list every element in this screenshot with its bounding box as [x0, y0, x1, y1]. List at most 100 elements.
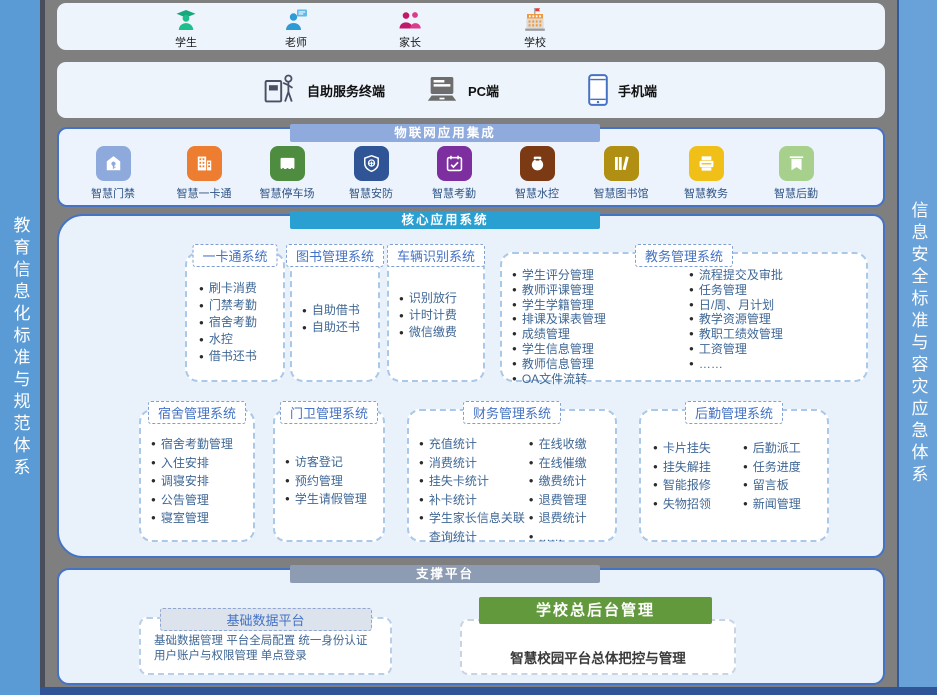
subsystem-card-academic: 教务管理系统 学生评分管理教师评课管理学生学籍管理排课及课表管理成绩管理学生信息… — [500, 252, 868, 382]
subsystem-card-finance: 财务管理系统 充值统计消费统计挂失卡统计补卡统计学生家长信息关联查询统计 在线收… — [407, 409, 617, 542]
water-jar-icon — [527, 153, 548, 174]
list-item: 寝室管理 — [151, 509, 233, 528]
left-standards-sidebar: 教育信息化标准与规范体系 — [0, 0, 40, 695]
list-item: 失物招领 — [653, 495, 743, 514]
list-item: 新闻管理 — [743, 495, 827, 514]
list-item: 卡片挂失 — [653, 439, 743, 458]
user-label: 家长 — [378, 34, 442, 50]
printer-icon — [696, 153, 717, 174]
right-standards-sidebar: 信息安全标准与容灾应急体系 — [897, 0, 937, 687]
list-item: 缴费统计 — [529, 472, 615, 491]
list-item: 门禁考勤 — [199, 297, 257, 314]
list-item: 自助借书 — [302, 302, 360, 319]
door-access-icon — [103, 153, 124, 174]
list-item: OA文件流转 — [512, 372, 689, 387]
left-divider — [40, 0, 45, 695]
list-item: 挂失解挂 — [653, 458, 743, 477]
list-item: 自助还书 — [302, 319, 360, 336]
base-platform-line: 基础数据管理 平台全局配置 统一身份认证 — [154, 634, 382, 649]
list-item: 挂失卡统计 — [419, 472, 529, 491]
list-item: 后勤派工 — [743, 439, 827, 458]
item-list: 识别放行计时计费微信缴费 — [399, 290, 457, 341]
subsystem-card-onecard: 一卡通系统 刷卡消费门禁考勤宿舍考勤水控借书还书 — [185, 252, 285, 382]
iot-label: 智慧安防 — [329, 185, 413, 201]
student-icon — [173, 7, 199, 33]
base-data-platform-card: 基础数据平台 基础数据管理 平台全局配置 统一身份认证 用户账户与权限管理 单点… — [139, 617, 392, 675]
iot-library: 智慧图书馆 — [579, 146, 663, 201]
item-list: 充值统计消费统计挂失卡统计补卡统计学生家长信息关联查询统计 — [419, 435, 529, 546]
user-label: 老师 — [264, 34, 328, 50]
right-sidebar-label: 信息安全标准与容灾应急体系 — [906, 201, 931, 487]
parking-card-icon — [277, 153, 298, 174]
list-item: 流程提交及审批 — [689, 268, 866, 283]
list-item: 教师信息管理 — [512, 357, 689, 372]
list-item: 入住安排 — [151, 454, 233, 473]
list-item: 任务进度 — [743, 458, 827, 477]
list-item: 水控 — [199, 331, 257, 348]
list-item: 公告管理 — [151, 491, 233, 510]
list-item: 在线催缴 — [529, 454, 615, 473]
list-item: 借书还书 — [199, 348, 257, 365]
list-item: 留言板 — [743, 476, 827, 495]
iot-label: 智慧教务 — [664, 185, 748, 201]
terminal-label: 手机端 — [618, 81, 657, 100]
iot-parking: 智慧停车场 — [245, 146, 329, 201]
list-item: …… — [529, 528, 615, 547]
phone-icon — [587, 73, 609, 107]
list-item: 充值统计 — [419, 435, 529, 454]
subsystem-title: 图书管理系统 — [286, 244, 384, 267]
core-section-header: 核心应用系统 — [290, 211, 600, 229]
item-list: 卡片挂失挂失解挂智能报修失物招领 — [653, 439, 743, 513]
subsystem-card-logistics: 后勤管理系统 卡片挂失挂失解挂智能报修失物招领 后勤派工任务进度留言板新闻管理 — [639, 409, 829, 542]
calendar-check-icon — [444, 153, 465, 174]
iot-door-access: 智慧门禁 — [71, 146, 155, 201]
list-item: 退费统计 — [529, 509, 615, 528]
list-item: 访客登记 — [285, 453, 367, 472]
terminal-mobile: 手机端 — [587, 62, 657, 118]
iot-attendance: 智慧考勤 — [412, 146, 496, 201]
iot-label: 智慧一卡通 — [162, 185, 246, 201]
list-item: 宿舍考勤管理 — [151, 435, 233, 454]
subsystem-title: 门卫管理系统 — [280, 401, 378, 424]
list-item: 预约管理 — [285, 472, 367, 491]
iot-label: 智慧考勤 — [412, 185, 496, 201]
iot-label: 智慧停车场 — [245, 185, 329, 201]
kiosk-icon — [262, 72, 298, 108]
core-band: 一卡通系统 刷卡消费门禁考勤宿舍考勤水控借书还书 图书管理系统 自助借书自助还书… — [57, 214, 885, 558]
terminal-kiosk: 自助服务终端 — [262, 62, 385, 118]
smart-campus-architecture-diagram: 教育信息化标准与规范体系 信息安全标准与容灾应急体系 学生 老师 — [0, 0, 937, 695]
subsystem-card-vehicle: 车辆识别系统 识别放行计时计费微信缴费 — [387, 252, 485, 382]
iot-label: 智慧后勤 — [754, 185, 838, 201]
list-item: 排课及课表管理 — [512, 312, 689, 327]
base-platform-line: 用户账户与权限管理 单点登录 — [154, 649, 382, 664]
list-item: 学生信息管理 — [512, 342, 689, 357]
subsystem-title: 车辆识别系统 — [387, 244, 485, 267]
list-item: …… — [689, 357, 866, 372]
list-item: 刷卡消费 — [199, 280, 257, 297]
iot-academic: 智慧教务 — [664, 146, 748, 201]
support-band: 基础数据平台 基础数据管理 平台全局配置 统一身份认证 用户账户与权限管理 单点… — [57, 568, 885, 685]
building-card-icon — [194, 153, 215, 174]
school-admin-title: 学校总后台管理 — [479, 597, 712, 624]
item-list: 自助借书自助还书 — [302, 302, 360, 336]
iot-security: 智慧安防 — [329, 146, 413, 201]
list-item: 识别放行 — [399, 290, 457, 307]
list-item: 日/周、月计划 — [689, 298, 866, 313]
list-item: 教学资源管理 — [689, 312, 866, 327]
item-list: 宿舍考勤管理入住安排调寝安排公告管理寝室管理 — [151, 435, 233, 528]
list-item: 消费统计 — [419, 454, 529, 473]
school-admin-content: 智慧校园平台总体把控与管理 — [462, 647, 734, 667]
banner-icon — [786, 153, 807, 174]
item-list: 在线收缴在线催缴缴费统计退费管理退费统计…… — [529, 435, 615, 546]
list-item: 任务管理 — [689, 283, 866, 298]
list-item: 退费管理 — [529, 491, 615, 510]
list-item: 调寝安排 — [151, 472, 233, 491]
left-sidebar-label: 教育信息化标准与规范体系 — [8, 216, 33, 480]
teacher-icon — [283, 7, 309, 33]
iot-logistics: 智慧后勤 — [754, 146, 838, 201]
subsystem-card-dormitory: 宿舍管理系统 宿舍考勤管理入住安排调寝安排公告管理寝室管理 — [139, 409, 255, 542]
list-item: 宿舍考勤 — [199, 314, 257, 331]
users-band: 学生 老师 家长 — [57, 3, 885, 50]
iot-onecard: 智慧一卡通 — [162, 146, 246, 201]
support-section-header: 支撑平台 — [290, 565, 600, 583]
